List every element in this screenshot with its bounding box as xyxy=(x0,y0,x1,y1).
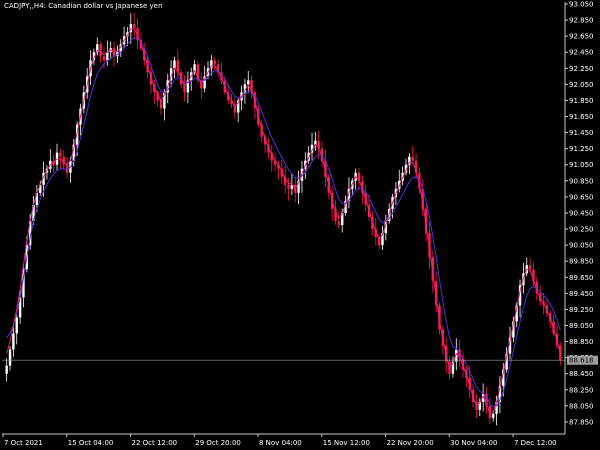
y-tick-label: 89.650 xyxy=(569,274,594,282)
candle-body xyxy=(528,265,532,270)
y-tick-label: 91.250 xyxy=(569,145,594,153)
candle-body xyxy=(15,317,18,334)
chart-title: CADJPY,,H4: Canadian dollar vs Japanese … xyxy=(4,2,162,10)
y-tick-label: 92.650 xyxy=(569,33,594,41)
y-tick-label: 89.850 xyxy=(569,258,594,266)
candlestick-chart-icon[interactable]: 93.050 92.850 92.650 92.450 92.250 92.050 91.8… xyxy=(0,0,600,450)
y-tick-label: 92.250 xyxy=(569,65,594,73)
candle-body xyxy=(102,56,106,61)
candle-body xyxy=(99,44,102,57)
y-tick-label: 92.450 xyxy=(569,49,594,57)
candle-body xyxy=(59,152,62,157)
y-tick-label: 90.850 xyxy=(569,177,594,185)
x-tick-label: 15 Oct 04:00 xyxy=(68,439,114,447)
y-tick-label: 88.850 xyxy=(569,338,594,346)
candle-body xyxy=(173,60,176,69)
candle-body xyxy=(12,333,15,350)
y-tick-label: 88.450 xyxy=(569,370,594,378)
x-tick-label: 22 Oct 12:00 xyxy=(132,439,178,447)
y-tick-label: 90.650 xyxy=(569,193,594,201)
ma-primary-line xyxy=(6,28,561,415)
ma-secondary-line xyxy=(6,37,561,408)
candle-body xyxy=(106,52,109,61)
x-tick-label: 8 Nov 04:00 xyxy=(259,439,302,447)
y-tick-label: 91.450 xyxy=(569,129,594,137)
y-tick-label: 90.450 xyxy=(569,209,594,217)
candle-body xyxy=(213,60,216,65)
x-tick-label: 29 Oct 20:00 xyxy=(195,439,241,447)
y-tick-label: 88.050 xyxy=(569,402,594,410)
y-tick-label: 91.850 xyxy=(569,97,594,105)
y-tick-label: 92.850 xyxy=(569,17,594,25)
candle-body xyxy=(411,156,414,161)
x-tick-label: 30 Nov 04:00 xyxy=(450,439,497,447)
candle-body xyxy=(62,156,65,165)
y-tick-label: 91.050 xyxy=(569,161,594,169)
candle-body xyxy=(5,365,8,374)
y-tick-label: 89.450 xyxy=(569,290,594,298)
y-tick-label: 90.050 xyxy=(569,242,594,250)
x-tick-label: 7 Dec 12:00 xyxy=(514,439,557,447)
x-tick-label: 15 Nov 12:00 xyxy=(323,439,370,447)
y-tick-label: 89.250 xyxy=(569,306,594,314)
candle-body xyxy=(8,349,12,366)
candle-body xyxy=(492,413,495,418)
y-tick-label: 93.050 xyxy=(569,1,594,9)
y-tick-label: 90.250 xyxy=(569,226,594,234)
y-tick-label: 89.050 xyxy=(569,322,594,330)
current-price-label: 88.618 xyxy=(569,357,594,365)
candle-body xyxy=(247,80,250,85)
chart-window[interactable]: 93.050 92.850 92.650 92.450 92.250 92.050 91.8… xyxy=(0,0,600,450)
y-tick-label: 88.250 xyxy=(569,386,594,394)
y-tick-label: 87.850 xyxy=(569,418,594,426)
x-tick-label: 22 Nov 20:00 xyxy=(387,439,434,447)
candle-body xyxy=(287,184,290,189)
y-tick-label: 92.050 xyxy=(569,81,594,89)
candle-body xyxy=(132,24,136,29)
y-tick-label: 91.650 xyxy=(569,113,594,121)
candle-body xyxy=(337,221,341,226)
x-tick-label: 7 Oct 2021 xyxy=(4,439,43,447)
